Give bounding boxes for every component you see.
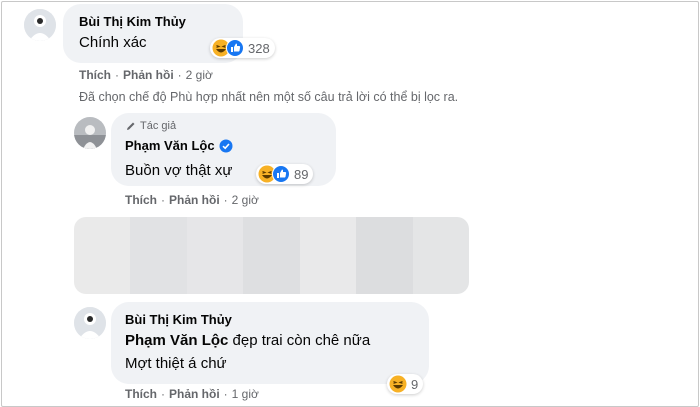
avatar[interactable]: [74, 307, 106, 339]
reaction-summary[interactable]: 9: [387, 374, 424, 394]
avatar[interactable]: [24, 9, 56, 41]
comment-time[interactable]: 2 giờ: [232, 193, 259, 207]
comment-author[interactable]: Phạm Văn Lộc: [125, 138, 215, 153]
blurred-comment: [74, 217, 469, 294]
verified-badge-icon: [219, 139, 233, 152]
comment-author[interactable]: Bùi Thị Kim Thủy: [125, 312, 232, 327]
comment-actions: Thích · Phản hồi · 2 giờ: [125, 193, 259, 207]
like-button[interactable]: Thích: [125, 193, 157, 207]
avatar[interactable]: [74, 117, 106, 149]
comment-author-row: Phạm Văn Lộc: [125, 138, 233, 153]
comment-time[interactable]: 2 giờ: [186, 68, 213, 82]
reaction-summary[interactable]: 328: [210, 38, 275, 58]
comment-actions: Thích · Phản hồi · 1 giờ: [125, 387, 259, 401]
comment-time[interactable]: 1 giờ: [232, 387, 259, 401]
like-icon: [272, 165, 290, 183]
comment-text: Chính xác: [79, 34, 147, 51]
comment-text-line: Phạm Văn Lộc đẹp trai còn chê nữa: [125, 332, 370, 349]
reaction-count: 9: [411, 376, 419, 392]
haha-icon: [389, 375, 407, 393]
comment-text: Buồn vợ thật xự: [125, 162, 233, 179]
pencil-icon: [127, 122, 135, 130]
mention-link[interactable]: Phạm Văn Lộc: [125, 332, 228, 349]
reply-button[interactable]: Phản hồi: [123, 68, 174, 82]
reaction-summary[interactable]: 89: [256, 164, 314, 184]
comment-text: đẹp trai còn chê nữa: [228, 332, 371, 349]
author-badge-label: Tác giả: [140, 120, 177, 132]
comment-text: Mợt thiệt á chứ: [125, 355, 227, 372]
reply-button[interactable]: Phản hồi: [169, 193, 220, 207]
reaction-count: 89: [294, 166, 309, 182]
comment-actions: Thích · Phản hồi · 2 giờ: [79, 68, 213, 82]
reply-button[interactable]: Phản hồi: [169, 387, 220, 401]
like-button[interactable]: Thích: [79, 68, 111, 82]
like-icon: [226, 39, 244, 57]
like-button[interactable]: Thích: [125, 387, 157, 401]
author-badge: Tác giả: [125, 120, 176, 132]
reaction-count: 328: [248, 40, 270, 56]
filter-notice: Đã chọn chế độ Phù hợp nhất nên một số c…: [79, 90, 459, 104]
comment-author[interactable]: Bùi Thị Kim Thủy: [79, 14, 186, 29]
